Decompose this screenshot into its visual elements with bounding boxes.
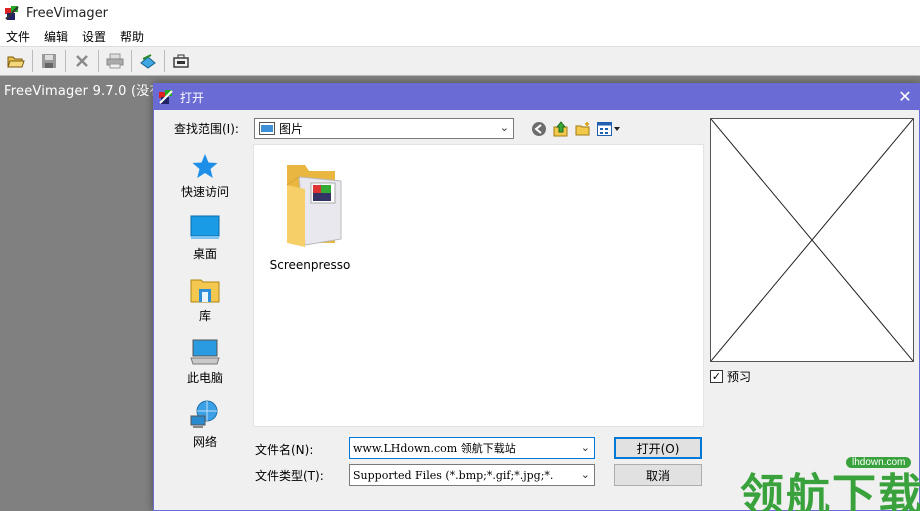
place-label: 此电脑 [186, 371, 223, 385]
toolbar-capture-button[interactable] [168, 49, 194, 73]
menubar: 文件 编辑 设置 帮助 [0, 26, 920, 46]
freevimager-icon [159, 90, 173, 104]
menu-settings[interactable]: 设置 [82, 28, 106, 45]
file-name: Screenpresso [269, 258, 351, 272]
toolbar-separator [164, 50, 165, 72]
place-quick-access[interactable]: 快速访问 [160, 152, 250, 200]
dialog-title: 打开 [180, 90, 205, 105]
places-bar: 快速访问 桌面 库 此电脑 网络 [160, 144, 250, 502]
filename-input[interactable]: www.LHdown.com 领航下载站 ⌄ [349, 437, 595, 459]
chevron-down-icon: ⌄ [499, 121, 509, 134]
menu-file[interactable]: 文件 [6, 28, 30, 45]
preview-label: 预习 [727, 370, 752, 384]
star-icon [192, 154, 218, 178]
place-network[interactable]: 网络 [160, 400, 250, 450]
desktop-icon [190, 215, 220, 239]
close-icon [76, 55, 88, 67]
open-button[interactable]: 打开(O) [614, 437, 702, 459]
back-button[interactable] [528, 119, 550, 139]
toolbar-separator [98, 50, 99, 72]
view-menu-button[interactable] [594, 119, 624, 139]
view-grid-icon [597, 122, 620, 136]
place-label: 快速访问 [180, 185, 229, 199]
nav-toolbar [528, 119, 624, 139]
chevron-down-icon[interactable]: ⌄ [581, 441, 590, 454]
place-desktop[interactable]: 桌面 [160, 214, 250, 262]
new-folder-button[interactable] [572, 119, 594, 139]
watermark-logo: 领航下载 lhdown.com [736, 455, 920, 511]
app-title: FreeVimager [26, 5, 109, 21]
preview-checkbox[interactable]: ✓ [710, 370, 723, 383]
toolbar-close-button[interactable] [69, 49, 95, 73]
freevimager-icon [5, 6, 19, 20]
filename-value: www.LHdown.com 领航下载站 [353, 442, 516, 455]
up-folder-button[interactable] [550, 119, 572, 139]
filetype-label: 文件类型(T): [255, 469, 324, 483]
back-arrow-icon [532, 122, 546, 136]
library-icon [190, 279, 220, 303]
toolbar-open-button[interactable] [3, 49, 29, 73]
place-label: 网络 [192, 435, 217, 449]
open-icon [7, 56, 25, 68]
preview-pane [710, 118, 914, 362]
dialog-titlebar[interactable]: 打开 ✕ [154, 84, 919, 110]
up-folder-icon [553, 121, 568, 137]
computer-icon [190, 339, 220, 365]
lookin-value: 图片 [279, 122, 304, 136]
toolbar-separator [65, 50, 66, 72]
scan-icon [140, 54, 156, 69]
filename-label: 文件名(N): [255, 443, 314, 457]
place-label: 库 [198, 309, 211, 323]
app-titlebar: FreeVimager [0, 0, 920, 26]
network-icon [190, 400, 218, 428]
menu-help[interactable]: 帮助 [120, 28, 144, 45]
toolbar-separator [32, 50, 33, 72]
toolbar-print-button[interactable] [102, 49, 128, 73]
chevron-down-icon[interactable]: ⌄ [581, 468, 590, 481]
dialog-close-button[interactable]: ✕ [895, 87, 915, 107]
lookin-label: 查找范围(I): [174, 122, 239, 136]
empty-preview-cross [710, 118, 914, 362]
menu-edit[interactable]: 编辑 [44, 28, 68, 45]
file-list[interactable]: Screenpresso [253, 144, 704, 427]
file-item-folder[interactable]: Screenpresso [266, 159, 354, 272]
toolbar-scan-button[interactable] [135, 49, 161, 73]
place-this-pc[interactable]: 此电脑 [160, 338, 250, 386]
lookin-dropdown[interactable]: 图片 ⌄ [254, 118, 514, 139]
new-folder-icon [575, 122, 590, 136]
filetype-dropdown[interactable]: Supported Files (*.bmp;*.gif;*.jpg;*. ⌄ [349, 464, 595, 486]
folder-icon [286, 165, 342, 247]
save-icon [42, 54, 56, 68]
toolbar-separator [131, 50, 132, 72]
place-label: 桌面 [192, 247, 217, 261]
pictures-folder-icon [259, 122, 275, 135]
watermark-tag: lhdown.com [846, 457, 912, 468]
cancel-button[interactable]: 取消 [614, 464, 702, 486]
place-library[interactable]: 库 [160, 276, 250, 324]
capture-icon [173, 54, 189, 68]
toolbar [0, 46, 920, 76]
filetype-value: Supported Files (*.bmp;*.gif;*.jpg;*. [353, 468, 554, 482]
print-icon [106, 53, 124, 69]
preview-toggle[interactable]: ✓ 预习 [710, 368, 751, 385]
open-dialog: 打开 ✕ 查找范围(I): 图片 ⌄ 快速访问 桌面 库 此电脑 网络 Scre… [153, 83, 920, 511]
toolbar-save-button[interactable] [36, 49, 62, 73]
